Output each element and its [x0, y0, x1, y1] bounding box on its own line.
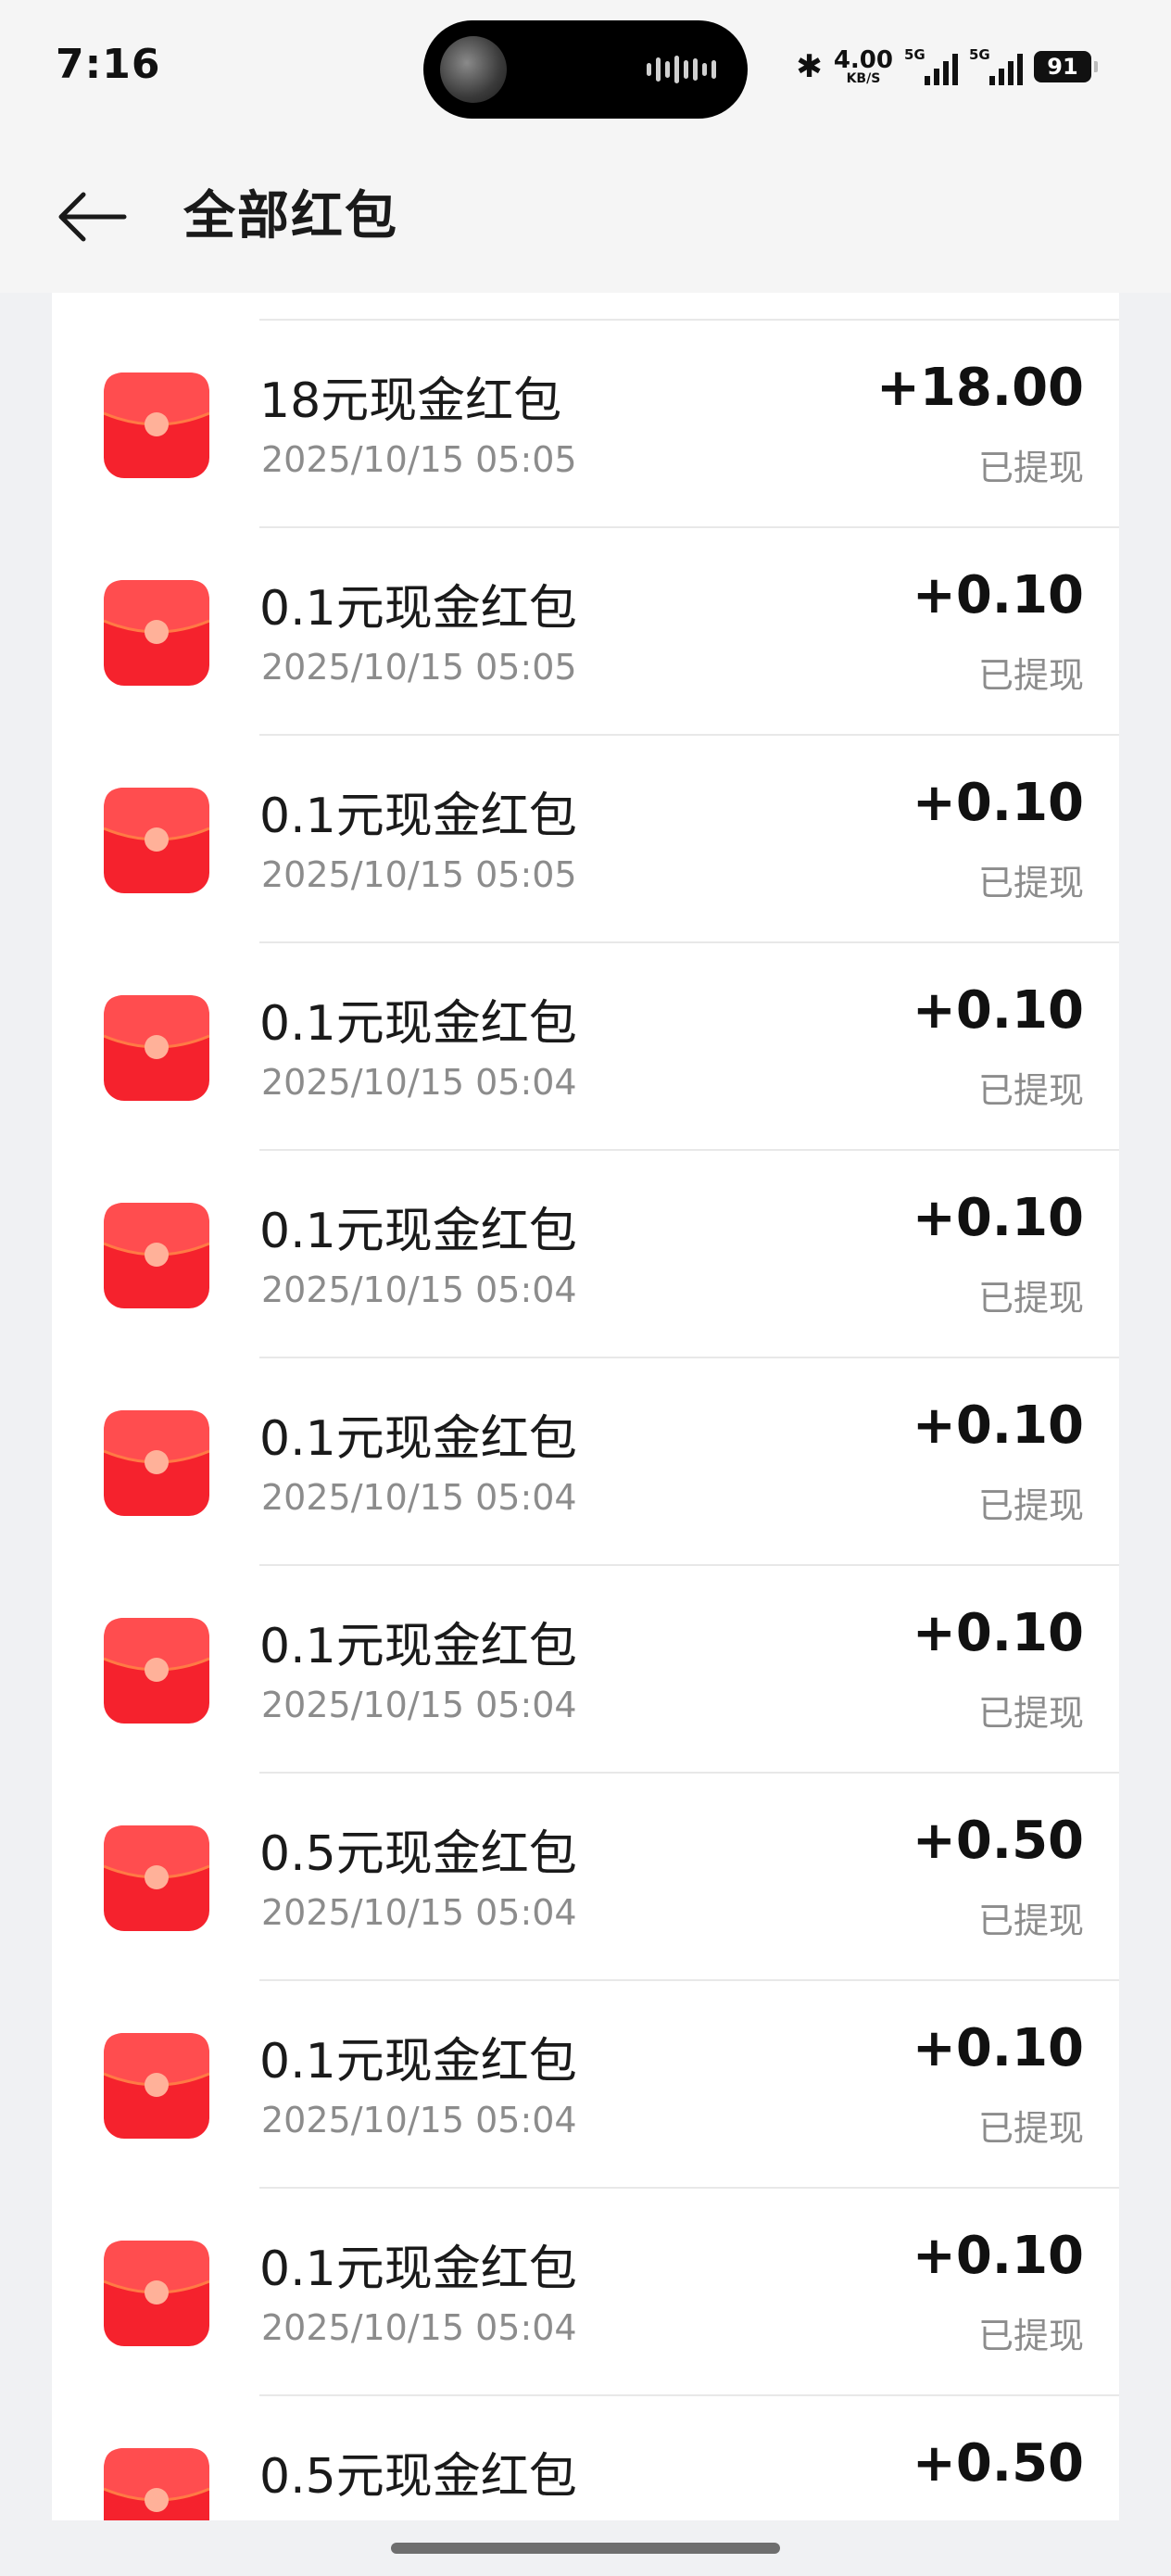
list-item[interactable]: 0.1元现金红包 2025/10/15 05:04 +0.10 已提现 — [52, 1358, 1119, 1566]
packet-date: 2025/10/15 05:04 — [261, 2307, 577, 2348]
packet-amount: +0.10 — [912, 2226, 1084, 2286]
packet-amount: +0.50 — [912, 1811, 1084, 1871]
list-item[interactable]: 0.1元现金红包 2025/10/15 05:04 +0.10 已提现 — [52, 1151, 1119, 1358]
red-packet-icon — [104, 2033, 209, 2139]
packet-status: 已提现 — [977, 1278, 1084, 1319]
packet-amount: +0.10 — [912, 1603, 1084, 1663]
list-item[interactable]: 0.5元现金红包 2025/10/15 05:04 +0.50 已提现 — [52, 2396, 1119, 2520]
red-packet-icon — [104, 788, 209, 893]
packet-title: 0.1元现金红包 — [259, 2034, 577, 2090]
signal-icon: 5G — [969, 46, 1023, 85]
list-item[interactable]: 0.1元现金红包 2025/10/15 05:04 +0.10 已提现 — [52, 943, 1119, 1151]
signal-icon: 5G — [904, 46, 958, 85]
packet-date: 2025/10/15 05:05 — [261, 439, 577, 480]
network-speed: 4.00 KB/S — [833, 46, 893, 86]
packet-status: 已提现 — [977, 1900, 1084, 1941]
packet-amount: +0.10 — [912, 1188, 1084, 1248]
list-item[interactable]: 0.1元现金红包 2025/10/15 05:04 +0.10 已提现 — [52, 2189, 1119, 2396]
packet-title: 0.5元现金红包 — [259, 1826, 577, 1882]
packet-status: 已提现 — [977, 1485, 1084, 1526]
arrow-left-icon — [58, 192, 127, 242]
packet-status: 已提现 — [977, 1693, 1084, 1734]
packet-status: 已提现 — [977, 655, 1084, 696]
status-bar: 7:16 ✱ 4.00 KB/S 5G 5G 91 — [0, 0, 1171, 139]
status-indicators: ✱ 4.00 KB/S 5G 5G 91 — [796, 46, 1098, 86]
red-packet-list-card: 18元现金红包 2025/10/15 05:05 +18.00 已提现 0.1元… — [52, 293, 1119, 2520]
page-header: 全部红包 — [0, 139, 1171, 293]
list-item[interactable]: 0.1元现金红包 2025/10/15 05:05 +0.10 已提现 — [52, 736, 1119, 943]
packet-amount: +0.10 — [912, 773, 1084, 833]
packet-amount: +0.50 — [912, 2433, 1084, 2494]
list-item[interactable]: 0.5元现金红包 2025/10/15 05:04 +0.50 已提现 — [52, 1774, 1119, 1981]
red-packet-icon — [104, 995, 209, 1101]
packet-title: 0.1元现金红包 — [259, 1619, 577, 1674]
packet-status: 已提现 — [977, 2108, 1084, 2149]
packet-status: 已提现 — [977, 1070, 1084, 1111]
packet-date: 2025/10/15 05:04 — [261, 2100, 577, 2140]
red-packet-icon — [104, 1825, 209, 1931]
dynamic-island[interactable] — [423, 20, 748, 119]
red-packet-icon — [104, 1410, 209, 1516]
packet-date: 2025/10/15 05:05 — [261, 647, 577, 688]
list-item[interactable]: 0.1元现金红包 2025/10/15 05:04 +0.10 已提现 — [52, 1981, 1119, 2189]
packet-date: 2025/10/15 05:04 — [261, 1685, 577, 1725]
packet-status: 已提现 — [977, 448, 1084, 488]
packet-title: 0.1元现金红包 — [259, 2241, 577, 2297]
packet-title: 0.1元现金红包 — [259, 789, 577, 844]
packet-title: 0.1元现金红包 — [259, 996, 577, 1052]
red-packet-icon — [104, 1618, 209, 1724]
packet-date: 2025/10/15 05:04 — [261, 1269, 577, 1310]
list-item[interactable]: 0.1元现金红包 2025/10/15 05:05 +0.10 已提现 — [52, 528, 1119, 736]
red-packet-icon — [104, 2241, 209, 2346]
packet-amount: +0.10 — [912, 980, 1084, 1041]
packet-title: 0.5元现金红包 — [259, 2449, 577, 2505]
red-packet-list[interactable]: 18元现金红包 2025/10/15 05:05 +18.00 已提现 0.1元… — [52, 321, 1119, 2520]
packet-title: 18元现金红包 — [259, 373, 562, 429]
home-indicator[interactable] — [391, 2543, 780, 2554]
battery-icon: 91 — [1034, 51, 1098, 82]
packet-title: 0.1元现金红包 — [259, 1411, 577, 1467]
packet-title: 0.1元现金红包 — [259, 581, 577, 637]
bluetooth-icon: ✱ — [796, 48, 823, 85]
now-playing-avatar — [440, 36, 507, 103]
back-button[interactable] — [52, 178, 130, 256]
packet-amount: +0.10 — [912, 565, 1084, 625]
red-packet-icon — [104, 580, 209, 686]
navigation-bar — [0, 2520, 1171, 2576]
status-time: 7:16 — [56, 41, 161, 88]
packet-date: 2025/10/15 05:05 — [261, 854, 577, 895]
packet-date: 2025/10/15 05:04 — [261, 1892, 577, 1933]
red-packet-icon — [104, 373, 209, 478]
packet-amount: +0.10 — [912, 1395, 1084, 1456]
page-title: 全部红包 — [183, 186, 398, 246]
packet-amount: +18.00 — [875, 358, 1084, 418]
packet-title: 0.1元现金红包 — [259, 1204, 577, 1259]
red-packet-icon — [104, 2448, 209, 2520]
list-item[interactable]: 18元现金红包 2025/10/15 05:05 +18.00 已提现 — [52, 321, 1119, 528]
packet-date: 2025/10/15 05:04 — [261, 1062, 577, 1103]
audio-wave-icon — [647, 56, 716, 83]
packet-status: 已提现 — [977, 863, 1084, 903]
red-packet-icon — [104, 1203, 209, 1308]
packet-status: 已提现 — [977, 2316, 1084, 2356]
list-item[interactable]: 0.1元现金红包 2025/10/15 05:04 +0.10 已提现 — [52, 1566, 1119, 1774]
packet-date: 2025/10/15 05:04 — [261, 1477, 577, 1518]
packet-amount: +0.10 — [912, 2018, 1084, 2078]
